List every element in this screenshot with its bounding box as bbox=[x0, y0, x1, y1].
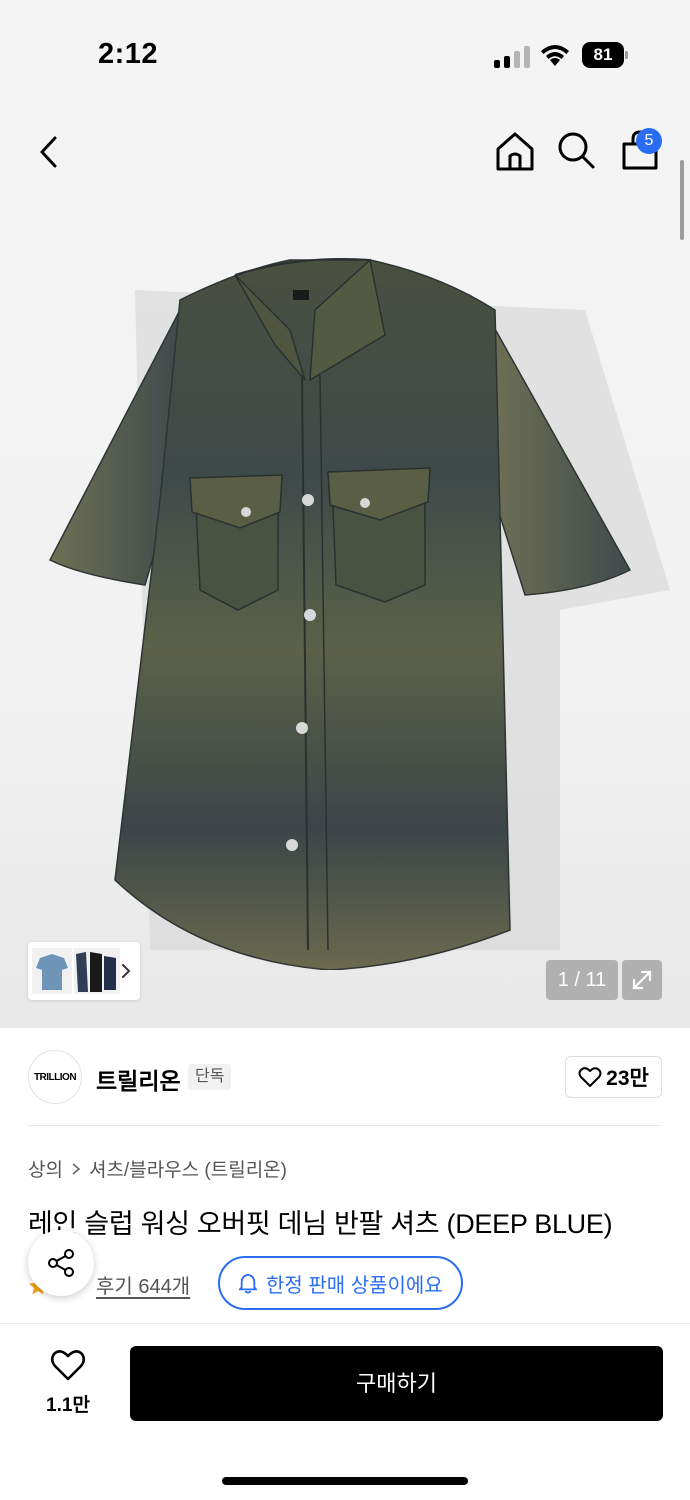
breadcrumb-subcategory[interactable]: 셔츠/블라우스 (트릴리온) bbox=[89, 1155, 287, 1182]
scrollbar[interactable] bbox=[680, 160, 684, 240]
share-button[interactable] bbox=[28, 1230, 94, 1296]
product-title: 레인 슬럽 워싱 오버핏 데님 반팔 셔츠 (DEEP BLUE) bbox=[28, 1209, 613, 1239]
bell-icon bbox=[238, 1273, 258, 1294]
image-counter: 1 / 11 bbox=[546, 960, 618, 1000]
buy-button[interactable]: 구매하기 bbox=[130, 1346, 663, 1421]
brand-like-button[interactable]: 23만 bbox=[565, 1056, 662, 1098]
home-indicator[interactable] bbox=[222, 1477, 468, 1485]
bottom-action-bar: 1.1만 구매하기 bbox=[0, 1324, 690, 1500]
breadcrumb[interactable]: 상의 셔츠/블라우스 (트릴리온) bbox=[28, 1155, 287, 1182]
review-row: 후기 644개 한정 판매 상품이에요 bbox=[28, 1256, 668, 1310]
product-image[interactable] bbox=[40, 250, 680, 970]
brand-row[interactable]: TRILLION 트릴리온 단독 23만 bbox=[0, 1028, 690, 1126]
battery-icon: 81 bbox=[582, 42, 628, 68]
chevron-right-icon[interactable] bbox=[120, 961, 132, 981]
search-icon[interactable] bbox=[556, 130, 596, 170]
brand-name[interactable]: 트릴리온 bbox=[96, 1062, 181, 1096]
home-icon[interactable] bbox=[494, 130, 536, 172]
heart-icon bbox=[578, 1067, 602, 1087]
battery-level: 81 bbox=[582, 42, 624, 68]
expand-icon bbox=[632, 970, 652, 990]
brand-logo[interactable]: TRILLION bbox=[28, 1050, 82, 1104]
wifi-icon bbox=[541, 45, 569, 66]
brand-like-count: 23만 bbox=[606, 1067, 649, 1090]
limited-notice-button[interactable]: 한정 판매 상품이에요 bbox=[218, 1256, 463, 1310]
expand-button[interactable] bbox=[622, 960, 662, 1000]
cart-count-badge: 5 bbox=[636, 128, 662, 154]
wishlist-count: 1.1만 bbox=[46, 1395, 90, 1416]
divider bbox=[28, 1125, 662, 1126]
exclusive-badge: 단독 bbox=[188, 1064, 232, 1090]
product-gallery[interactable]: 5 1 / 11 bbox=[0, 110, 690, 1028]
chevron-right-icon bbox=[72, 1162, 81, 1175]
signal-icon bbox=[494, 46, 530, 68]
thumbnail-strip[interactable] bbox=[28, 942, 140, 1000]
thumbnail-images[interactable] bbox=[32, 948, 120, 994]
back-icon[interactable] bbox=[30, 132, 70, 172]
status-bar: 2:12 81 bbox=[0, 0, 690, 110]
wishlist-button[interactable]: 1.1만 bbox=[30, 1348, 106, 1417]
limited-notice-label: 한정 판매 상품이에요 bbox=[266, 1274, 443, 1297]
breadcrumb-category[interactable]: 상의 bbox=[28, 1155, 63, 1182]
share-icon bbox=[48, 1249, 74, 1277]
status-time: 2:12 bbox=[98, 38, 159, 70]
heart-icon bbox=[50, 1350, 86, 1381]
review-link[interactable]: 후기 644개 bbox=[96, 1270, 190, 1299]
